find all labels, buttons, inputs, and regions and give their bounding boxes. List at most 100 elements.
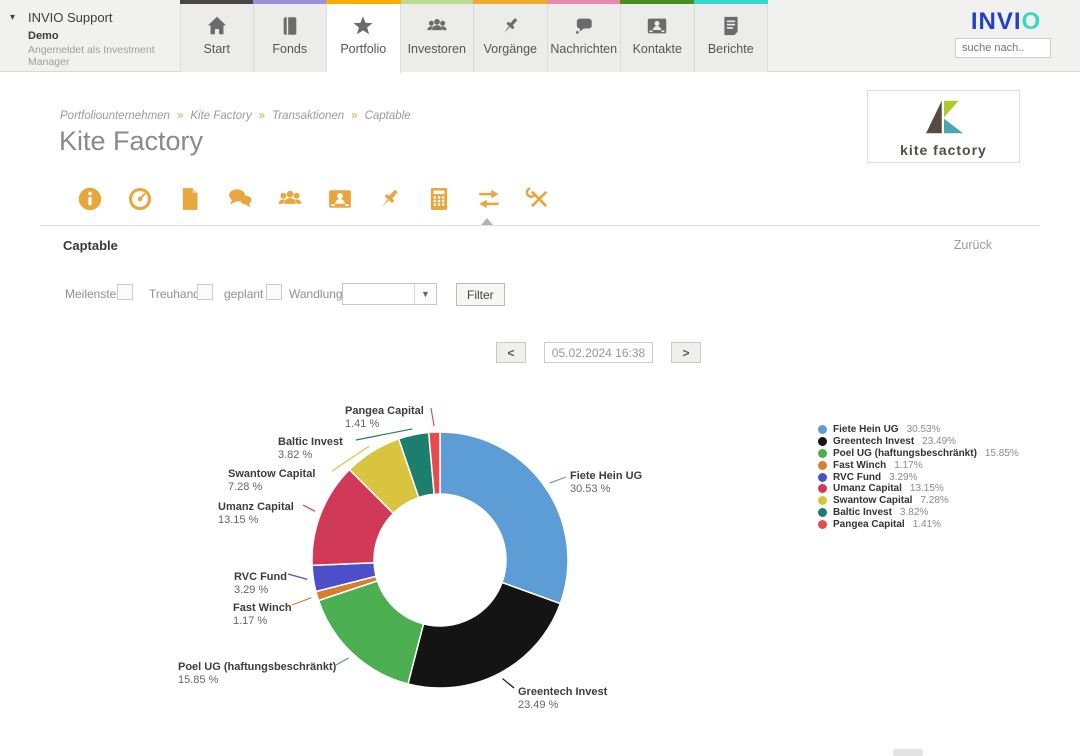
legend-item-fiete-hein-ug[interactable]: Fiete Hein UG30.53% [818,424,1019,436]
slice-label-percent: 7.28 % [228,481,262,493]
back-link[interactable]: Zurück [954,238,992,252]
slice-label-name: Poel UG (haftungsbeschränkt) [178,661,337,673]
tab-color-bar [400,0,475,4]
caret-down-icon: ▾ [10,12,15,23]
company-tab-dashboard[interactable] [126,186,154,214]
slice-label-percent: 13.15 % [218,514,259,526]
breadcrumb-separator-icon: » [351,110,357,122]
tab-nachrichten[interactable]: Nachrichten [548,0,622,72]
slice-label-name: Umanz Capital [218,501,294,513]
invio-logo: INVIO [958,8,1054,36]
tab-fonds[interactable]: Fonds [254,0,328,72]
company-tab-calculator[interactable] [425,186,453,214]
wandlung-dropdown[interactable]: ▼ [342,283,437,305]
star-icon [327,15,400,39]
legend-name: Fast Winch [833,460,886,471]
breadcrumb-separator-icon: » [259,110,265,122]
legend-dot-icon [818,425,827,434]
filter-checkbox-meilenstein[interactable] [117,284,133,300]
prev-date-button[interactable]: < [496,342,526,363]
company-tab-pins[interactable] [375,186,403,214]
label-leader-line [336,658,349,665]
legend-percent: 13.15% [910,483,944,494]
slice-label-name: Greentech Invest [518,686,608,698]
company-tab-transactions[interactable] [475,186,503,214]
legend-percent: 15.85% [985,448,1019,459]
date-input[interactable] [544,342,653,363]
breadcrumb: Portfoliounternehmen » Kite Factory » Transa… [60,110,411,122]
tab-label: Investoren [401,42,474,56]
breadcrumb-item[interactable]: Transaktionen [272,110,344,122]
tab-color-bar [694,0,769,4]
legend-percent: 30.53% [907,424,941,435]
tab-berichte[interactable]: Berichte [695,0,769,72]
slice-label-name: Fiete Hein UG [570,470,642,482]
slice-label-name: Fast Winch [233,602,292,614]
legend-item-fast-winch[interactable]: Fast Winch 1.17% [818,459,1019,471]
tab-start[interactable]: Start [180,0,254,72]
legend-dot-icon [818,484,827,493]
tab-color-bar [180,0,254,4]
legend-dot-icon [818,461,827,470]
company-tab-messages[interactable] [226,186,254,214]
legend-percent: 1.17% [894,460,922,471]
invio-logo-part1: INVI [971,8,1022,35]
contact-card-icon [327,199,353,216]
company-tab-contacts[interactable] [326,186,354,214]
filter-checkbox-treuhand[interactable] [197,284,213,300]
legend-item-rvc-fund[interactable]: RVC Fund3.29% [818,471,1019,483]
slice-label-name: Pangea Capital [345,405,424,417]
report-icon [695,15,768,39]
tab-label: Nachrichten [548,42,621,56]
document-icon [177,199,203,216]
legend-name: Pangea Capital [833,519,905,530]
company-logo: kite factory [867,90,1020,163]
page-bottom-fragment [893,749,923,756]
pushpin-icon [376,199,402,216]
company-tab-investors[interactable] [276,186,304,214]
company-tab-documents[interactable] [176,186,204,214]
legend-name: Greentech Invest [833,436,914,447]
tab-label: Start [181,42,253,56]
tab-portfolio[interactable]: Portfolio [327,0,401,73]
legend-item-umanz-capital[interactable]: Umanz Capital 13.15% [818,483,1019,495]
tab-color-bar [326,0,401,4]
company-tab-info[interactable] [76,186,104,214]
legend-item-poel-ug-haftungsbeschr-nkt[interactable]: Poel UG (haftungsbeschränkt) 15.85% [818,448,1019,460]
breadcrumb-item[interactable]: Portfoliounternehmen [60,110,170,122]
chat-bubble-icon [548,15,621,39]
donut-slice-fiete-hein-ug[interactable] [440,432,568,604]
tab-investoren[interactable]: Investoren [401,0,475,72]
tab-kontakte[interactable]: Kontakte [621,0,695,72]
app-header: ▾ INVIO Support Demo Angemeldet als Inve… [0,0,1080,72]
account-switcher[interactable]: ▾ INVIO Support Demo Angemeldet als Inve… [8,10,176,68]
breadcrumb-item[interactable]: Kite Factory [190,110,251,122]
page-title: Kite Factory [59,126,203,157]
legend-dot-icon [818,473,827,482]
label-leader-line [292,598,311,605]
account-mandate: Demo [28,30,176,42]
legend-name: Umanz Capital [833,483,902,494]
next-date-button[interactable]: > [671,342,701,363]
filter-button[interactable]: Filter [456,283,505,306]
legend-item-baltic-invest[interactable]: Baltic Invest3.82% [818,507,1019,519]
legend-dot-icon [818,496,827,505]
slice-label-name: Baltic Invest [278,436,343,448]
label-leader-line [502,679,514,688]
search-input[interactable] [955,38,1051,58]
donut-slice-greentech-invest[interactable] [408,582,560,688]
label-leader-line [431,408,434,426]
company-tab-tools[interactable] [525,186,553,214]
legend-item-pangea-capital[interactable]: Pangea Capital1.41% [818,518,1019,530]
tab-vorgaenge[interactable]: Vorgänge [474,0,548,72]
wandlung-label: Wandlung [289,287,343,301]
label-leader-line [550,477,566,483]
legend-item-greentech-invest[interactable]: Greentech Invest23.49% [818,436,1019,448]
filter-label-geplant: geplant [224,287,263,301]
main-nav: StartFondsPortfolioInvestorenVorgängeNac… [180,0,768,72]
legend-name: Poel UG (haftungsbeschränkt) [833,448,977,459]
slice-label-percent: 3.29 % [234,584,268,596]
legend-item-swantow-capital[interactable]: Swantow Capital7.28% [818,495,1019,507]
filter-checkbox-geplant[interactable] [266,284,282,300]
contact-card-icon [621,15,694,39]
